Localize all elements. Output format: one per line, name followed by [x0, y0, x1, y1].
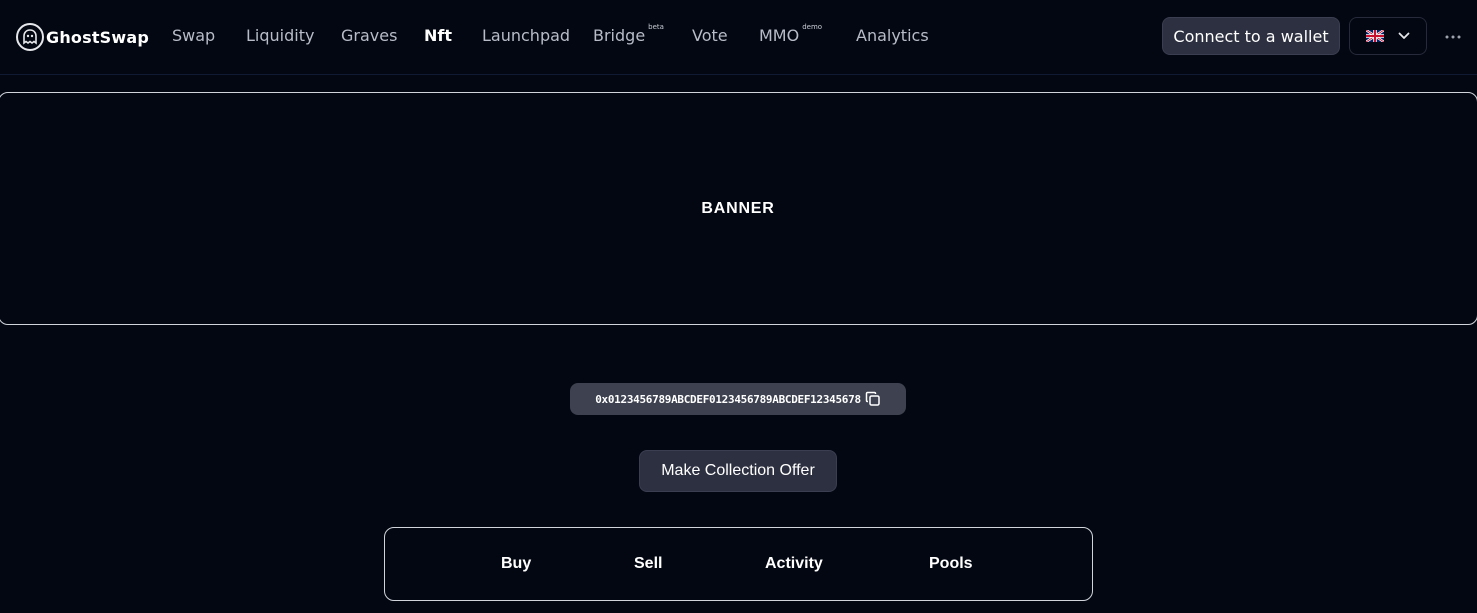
tab-activity[interactable]: Activity	[765, 555, 823, 573]
nav-label: Vote	[692, 26, 728, 45]
tab-pools[interactable]: Pools	[929, 555, 973, 573]
ghost-logo-icon	[16, 23, 44, 51]
nav-label: Nft	[424, 26, 452, 45]
top-navbar: GhostSwap Swap Liquidity Graves Nft Laun…	[0, 0, 1477, 75]
nav-bridge[interactable]: Bridge beta	[593, 22, 664, 45]
nav-label: MMO	[759, 26, 800, 45]
nav-vote[interactable]: Vote	[692, 26, 728, 45]
connect-wallet-button[interactable]: Connect to a wallet	[1162, 17, 1340, 55]
tab-buy[interactable]: Buy	[501, 555, 531, 573]
demo-badge: demo	[802, 22, 823, 31]
beta-badge: beta	[648, 22, 664, 31]
brand-logo[interactable]: GhostSwap	[16, 22, 149, 52]
chevron-down-icon	[1398, 32, 1410, 39]
ellipsis-icon	[1445, 35, 1461, 39]
more-options-button[interactable]	[1443, 27, 1463, 47]
nav-mmo[interactable]: MMO demo	[759, 22, 823, 45]
nav-analytics[interactable]: Analytics	[856, 26, 929, 45]
uk-flag-icon	[1366, 30, 1384, 42]
nav-label: Swap	[172, 26, 216, 45]
nav-label: Bridge	[593, 26, 646, 45]
collection-tabs: Buy Sell Activity Pools	[384, 527, 1093, 601]
brand-name: GhostSwap	[46, 27, 150, 47]
nav-graves[interactable]: Graves	[341, 26, 397, 45]
nav-label: Analytics	[856, 26, 929, 45]
banner-label: BANNER	[701, 199, 775, 217]
collection-address: 0x0123456789ABCDEF0123456789ABCDEF123456…	[595, 392, 861, 406]
collection-address-pill[interactable]: 0x0123456789ABCDEF0123456789ABCDEF123456…	[570, 383, 906, 415]
language-selector[interactable]	[1349, 17, 1427, 55]
nav-label: Graves	[341, 26, 398, 45]
nav-label: Liquidity	[246, 26, 315, 45]
collection-banner: BANNER	[0, 92, 1477, 325]
nav-nft[interactable]: Nft	[424, 26, 452, 45]
copy-icon[interactable]	[865, 391, 881, 407]
nav-swap[interactable]: Swap	[172, 26, 215, 45]
nav-label: Launchpad	[482, 26, 571, 45]
nav-launchpad[interactable]: Launchpad	[482, 26, 570, 45]
make-collection-offer-button[interactable]: Make Collection Offer	[639, 450, 837, 492]
nav-liquidity[interactable]: Liquidity	[246, 26, 314, 45]
tab-sell[interactable]: Sell	[634, 555, 662, 573]
